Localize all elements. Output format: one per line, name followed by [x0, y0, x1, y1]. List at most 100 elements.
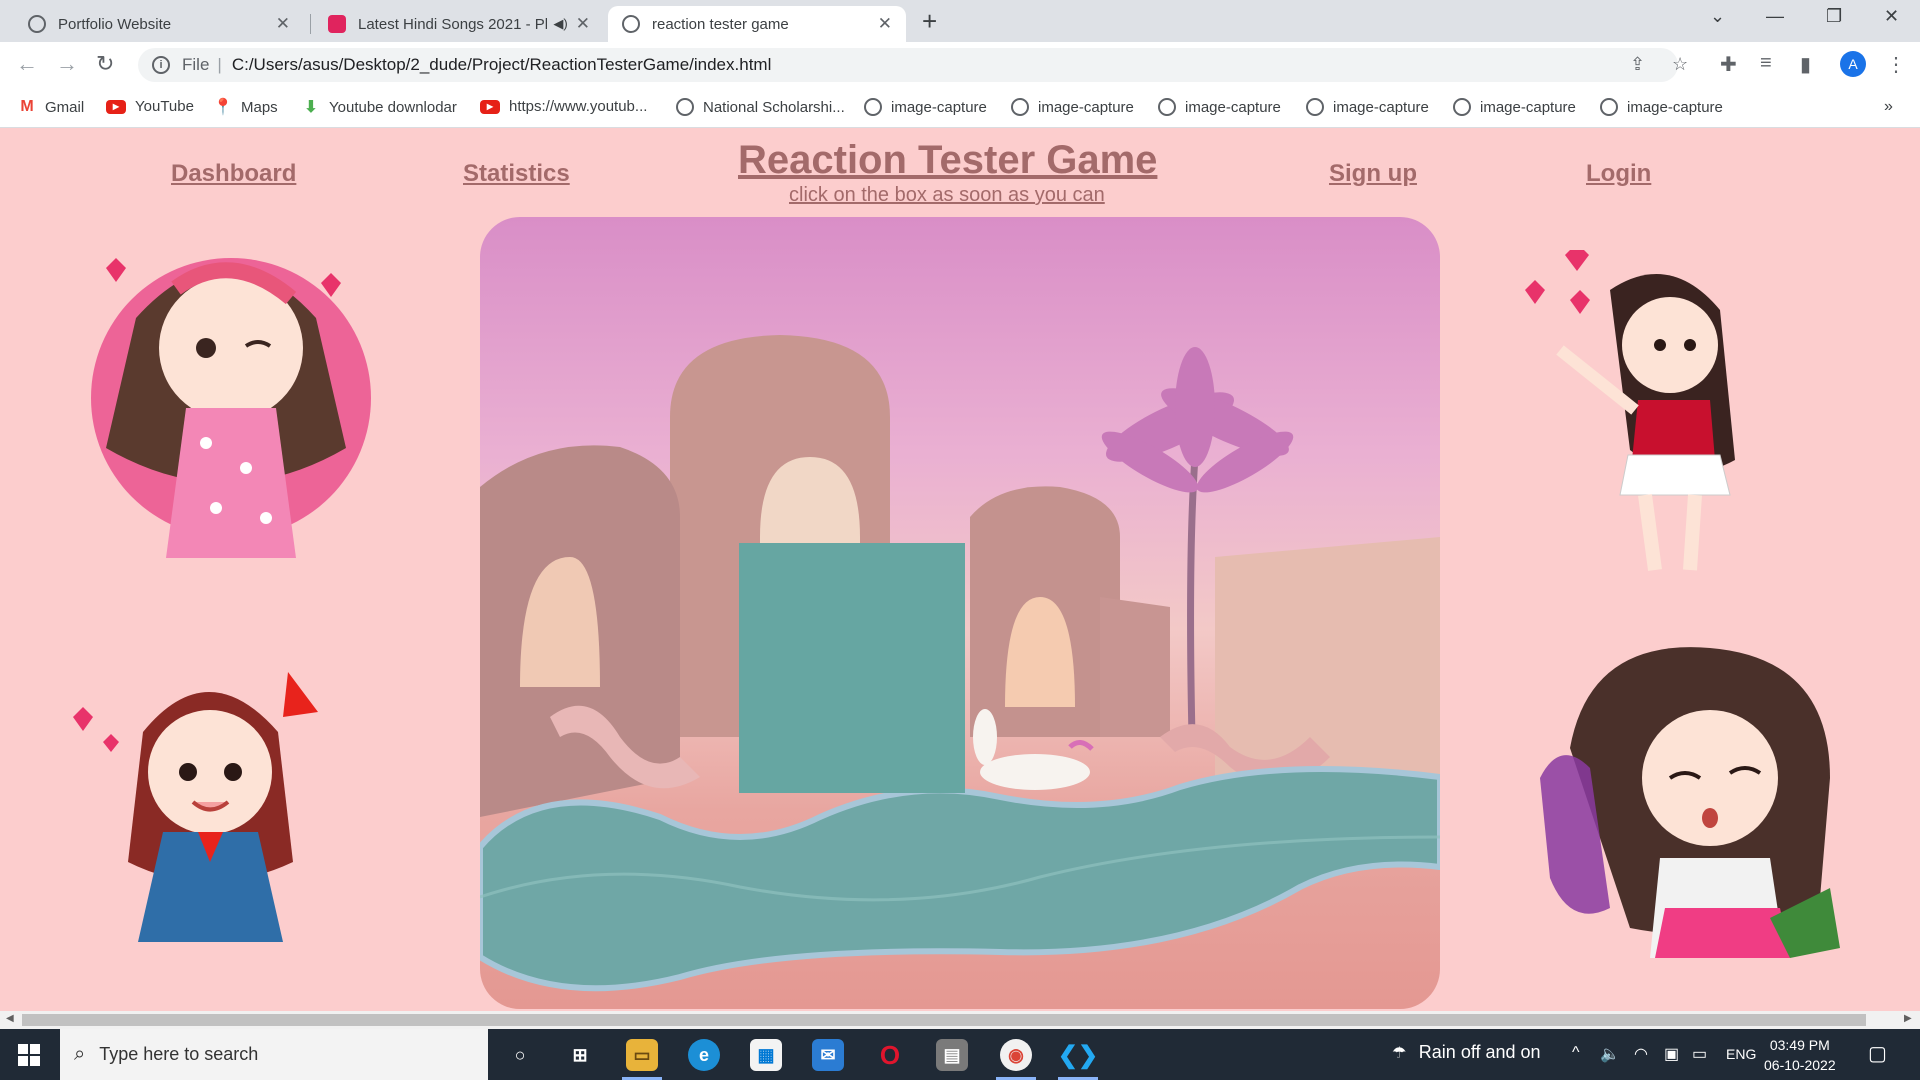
bookmark-label: image-capture: [1480, 98, 1576, 116]
wifi-icon[interactable]: ◠: [1634, 1044, 1648, 1064]
bookmark-label: National Scholarshi...: [703, 98, 845, 116]
girl-sticker-top-left: [91, 258, 371, 558]
menu-icon[interactable]: ⋮: [1886, 52, 1906, 77]
bookmark-image-capture[interactable]: image-capture: [864, 98, 987, 116]
bookmark-star-icon[interactable]: ☆: [1672, 54, 1688, 75]
address-scheme: File: [182, 55, 210, 74]
bookmark-image-capture[interactable]: image-capture: [1158, 98, 1281, 116]
more-bookmarks-icon[interactable]: »: [1884, 98, 1893, 116]
bookmark-label: image-capture: [891, 98, 987, 116]
scrollbar-thumb[interactable]: [22, 1014, 1866, 1026]
nav-login[interactable]: Login: [1586, 160, 1651, 188]
tab-portfolio[interactable]: Portfolio Website ✕: [14, 6, 304, 42]
address-url[interactable]: C:/Users/asus/Desktop/2_dude/Project/Rea…: [232, 55, 772, 75]
edge-icon[interactable]: e: [688, 1039, 720, 1071]
tab-title: Latest Hindi Songs 2021 - Pla: [358, 15, 548, 33]
calculator-icon[interactable]: ▤: [936, 1039, 968, 1071]
reaction-target-box[interactable]: [739, 543, 965, 793]
globe-icon: [1306, 98, 1324, 116]
bookmark-label: image-capture: [1185, 98, 1281, 116]
nav-statistics[interactable]: Statistics: [463, 160, 570, 188]
side-panel-icon[interactable]: ▮: [1800, 52, 1811, 77]
bookmark-image-capture[interactable]: image-capture: [1011, 98, 1134, 116]
microsoft-store-icon[interactable]: ▦: [750, 1039, 782, 1071]
bookmark-youtube-downloader[interactable]: ⬇ Youtube downlodar: [302, 98, 457, 117]
tab-separator: [310, 14, 311, 34]
new-tab-button[interactable]: +: [922, 6, 937, 37]
bookmark-gmail[interactable]: M Gmail: [18, 98, 84, 116]
search-placeholder: Type here to search: [99, 1044, 259, 1064]
language-indicator[interactable]: ENG: [1726, 1046, 1756, 1062]
show-hidden-icons-icon[interactable]: ^: [1572, 1044, 1580, 1062]
nav-dashboard[interactable]: Dashboard: [171, 160, 296, 188]
girl-sticker-bottom-right: [1540, 647, 1840, 958]
tab-hindi-songs[interactable]: Latest Hindi Songs 2021 - Pla ◀) ✕: [314, 6, 604, 42]
reload-icon[interactable]: ↻: [96, 51, 114, 77]
vscode-icon[interactable]: ❮❯: [1058, 1039, 1098, 1071]
bookmark-maps[interactable]: 📍 Maps: [213, 98, 278, 117]
bookmark-image-capture[interactable]: image-capture: [1306, 98, 1429, 116]
bookmark-label: Gmail: [45, 98, 85, 116]
horizontal-scrollbar[interactable]: ◀ ▶: [0, 1011, 1920, 1029]
chrome-icon[interactable]: ◉: [1000, 1039, 1032, 1071]
task-view-icon[interactable]: ⊞: [564, 1039, 596, 1071]
nav-signup[interactable]: Sign up: [1329, 160, 1417, 188]
globe-icon: [1011, 98, 1029, 116]
info-icon[interactable]: i: [152, 56, 170, 74]
opera-icon[interactable]: O: [874, 1039, 906, 1071]
mail-icon[interactable]: ✉: [812, 1039, 844, 1071]
windows-start-icon[interactable]: [18, 1044, 40, 1066]
cortana-icon[interactable]: ○: [504, 1039, 536, 1071]
close-icon[interactable]: ✕: [276, 14, 290, 34]
youtube-icon: ▶: [106, 99, 126, 114]
rain-icon: ☂: [1392, 1045, 1407, 1062]
close-icon[interactable]: ✕: [878, 14, 892, 34]
system-clock[interactable]: 03:49 PM 06-10-2022: [1764, 1035, 1836, 1075]
tab-title: Portfolio Website: [58, 15, 172, 33]
back-icon[interactable]: ←: [16, 51, 38, 77]
bookmark-label: image-capture: [1038, 98, 1134, 116]
volume-icon[interactable]: 🔈: [1600, 1044, 1620, 1064]
tab-title: reaction tester game: [652, 15, 789, 33]
weather-widget[interactable]: ☂ Rain off and on: [1392, 1042, 1541, 1063]
youtube-icon: ▶: [480, 99, 500, 114]
extensions-icon[interactable]: ✚: [1720, 52, 1737, 77]
scroll-right-icon[interactable]: ▶: [1904, 1013, 1912, 1024]
media-control-icon[interactable]: ≡: [1760, 52, 1772, 75]
speaker-icon[interactable]: ◀): [553, 16, 567, 32]
bookmarks-bar: M Gmail ▶ YouTube 📍 Maps ⬇ Youtube downl…: [0, 88, 1920, 128]
tab-search-icon[interactable]: ⌄: [1710, 6, 1725, 27]
tab-reaction-tester[interactable]: reaction tester game ✕: [608, 6, 906, 42]
bookmark-youtube[interactable]: ▶ YouTube: [106, 98, 194, 115]
music-app-icon: [328, 15, 346, 33]
profile-avatar[interactable]: A: [1840, 51, 1866, 77]
forward-icon[interactable]: →: [56, 51, 78, 77]
close-icon[interactable]: ✕: [576, 14, 590, 34]
bookmark-image-capture[interactable]: image-capture: [1453, 98, 1576, 116]
globe-icon: [622, 15, 640, 33]
browser-toolbar: ← → ↻ i File | C:/Users/asus/Desktop/2_d…: [0, 42, 1920, 88]
bookmark-national-scholarship[interactable]: National Scholarshi...: [676, 98, 845, 116]
page-title: Reaction Tester Game: [738, 138, 1158, 182]
share-icon[interactable]: ⇪: [1630, 54, 1645, 75]
maps-icon: 📍: [213, 99, 233, 116]
taskbar-search-box[interactable]: ⌕ Type here to search: [60, 1029, 488, 1080]
scroll-left-icon[interactable]: ◀: [6, 1013, 14, 1024]
game-area[interactable]: [480, 217, 1440, 1009]
file-explorer-icon[interactable]: ▭: [626, 1039, 658, 1071]
tab-strip: Portfolio Website ✕ Latest Hindi Songs 2…: [0, 0, 1920, 42]
globe-icon: [1158, 98, 1176, 116]
window-close-icon[interactable]: ✕: [1884, 6, 1899, 27]
address-divider: |: [217, 55, 222, 74]
globe-icon: [28, 15, 46, 33]
notifications-icon[interactable]: ▢: [1868, 1041, 1887, 1066]
battery-icon[interactable]: ▭: [1692, 1044, 1707, 1064]
globe-icon: [676, 98, 694, 116]
restore-icon[interactable]: ❐: [1826, 6, 1842, 27]
page-subtitle: click on the box as soon as you can: [789, 184, 1105, 206]
camera-icon[interactable]: ▣: [1664, 1044, 1679, 1064]
address-bar[interactable]: i File | C:/Users/asus/Desktop/2_dude/Pr…: [138, 48, 1678, 82]
bookmark-youtube-link[interactable]: ▶ https://www.youtub...: [480, 98, 647, 115]
bookmark-image-capture[interactable]: image-capture: [1600, 98, 1723, 116]
minimize-icon[interactable]: —: [1766, 6, 1784, 27]
